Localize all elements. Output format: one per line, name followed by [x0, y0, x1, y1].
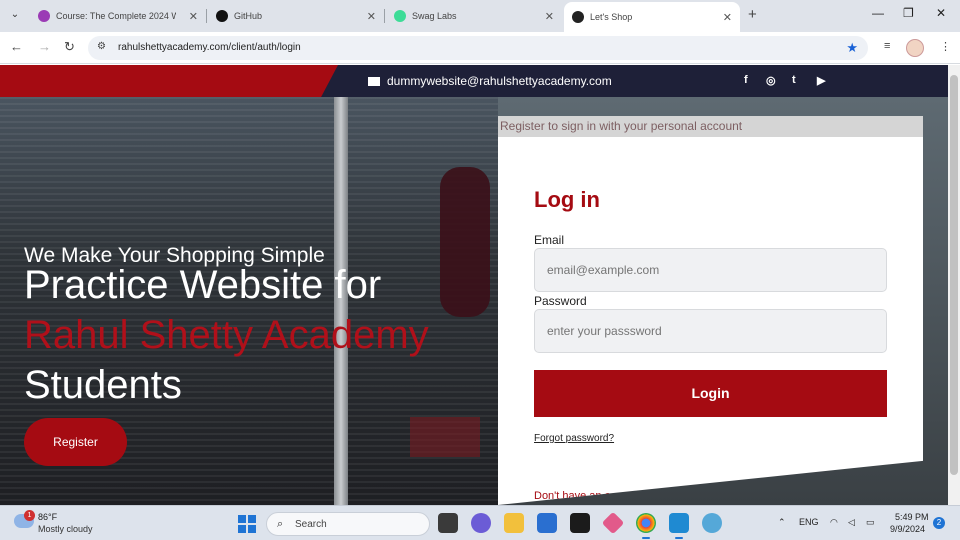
envelope-icon [368, 76, 380, 86]
email-text: dummywebsite@rahulshettyacademy.com [387, 74, 612, 88]
site-info-icon[interactable]: ⚙ [97, 41, 106, 52]
top-contact-strip: dummywebsite@rahulshettyacademy.com f ◎ … [0, 65, 948, 97]
reload-icon[interactable]: ↻ [64, 39, 75, 55]
scrollbar-thumb[interactable] [950, 75, 958, 475]
notification-badge[interactable]: 2 [933, 517, 945, 529]
youtube-icon[interactable]: ▶ [817, 74, 825, 87]
browser-tab-bar: ⌄ Course: The Complete 2024 W ✕ GitHub ✕… [0, 0, 960, 32]
tab-divider [384, 9, 385, 23]
profile-avatar[interactable] [906, 39, 924, 57]
github-icon [216, 10, 228, 22]
vscode-icon[interactable] [669, 513, 689, 539]
close-tab-icon[interactable]: ✕ [545, 10, 554, 23]
password-label: Password [534, 294, 587, 308]
clock-date[interactable]: 9/9/2024 [890, 524, 925, 534]
weather-temp[interactable]: 86°F [38, 512, 57, 522]
tab-swag-labs[interactable]: Swag Labs ✕ [386, 4, 562, 28]
task-view-icon[interactable] [438, 513, 458, 533]
instagram-icon[interactable]: ◎ [766, 74, 776, 87]
card-header-text: Register to sign in with your personal a… [498, 116, 923, 137]
back-icon[interactable]: ← [10, 39, 23, 54]
address-bar-row: ← → ↻ ⚙ rahulshettyacademy.com/client/au… [0, 32, 960, 64]
store-icon[interactable] [537, 513, 557, 533]
file-explorer-icon[interactable] [504, 513, 524, 533]
login-card: Log in Email Password Login Forgot passw… [498, 137, 923, 505]
hero-truck-decoration [410, 417, 480, 457]
chat-icon[interactable] [471, 513, 491, 533]
angular-favicon-icon [572, 11, 584, 23]
twitter-icon[interactable]: t [792, 74, 796, 86]
hero-banner: We Make Your Shopping Simple Practice We… [0, 97, 498, 505]
email-field[interactable] [534, 248, 887, 292]
weather-desc[interactable]: Mostly cloudy [38, 524, 93, 534]
login-button[interactable]: Login [534, 370, 887, 417]
tab-lets-shop[interactable]: Let's Shop ✕ [564, 2, 740, 32]
tab-title: Course: The Complete 2024 W [56, 11, 176, 21]
tab-title: Swag Labs [412, 11, 457, 21]
volume-icon[interactable]: ◁ [848, 517, 855, 528]
hero-heading-line1: Practice Website for [24, 263, 382, 307]
red-wedge [0, 65, 338, 97]
login-title: Log in [534, 187, 600, 212]
windows-taskbar: 1 86°F Mostly cloudy ⌕ Search ⌃ ENG ◠ ◁ … [0, 505, 960, 540]
tab-course[interactable]: Course: The Complete 2024 W ✕ [30, 4, 206, 28]
contact-email: dummywebsite@rahulshettyacademy.com [368, 74, 612, 88]
battery-icon[interactable]: ▭ [866, 517, 875, 528]
wifi-icon[interactable]: ◠ [830, 517, 838, 528]
url-bar[interactable]: ⚙ rahulshettyacademy.com/client/auth/log… [88, 36, 868, 60]
new-tab-button[interactable]: + [748, 6, 757, 23]
network-app-icon[interactable] [702, 513, 722, 533]
register-button[interactable]: Register [24, 418, 127, 466]
tab-search-chevron-icon[interactable]: ⌄ [6, 6, 24, 24]
forgot-password-link[interactable]: Forgot password? [534, 433, 614, 444]
close-tab-icon[interactable]: ✕ [367, 10, 376, 23]
swaglabs-favicon-icon [394, 10, 406, 22]
course-favicon-icon [38, 10, 50, 22]
email-label: Email [534, 233, 565, 247]
tab-title: GitHub [234, 11, 263, 21]
chrome-icon[interactable] [636, 513, 656, 539]
search-icon: ⌕ [277, 518, 284, 530]
minimize-icon[interactable]: — [872, 6, 884, 20]
language-indicator[interactable]: ENG [799, 517, 819, 527]
password-field[interactable] [534, 309, 887, 353]
close-tab-icon[interactable]: ✕ [723, 11, 732, 24]
close-window-icon[interactable]: ✕ [936, 6, 946, 20]
weather-badge: 1 [24, 510, 35, 521]
app-icon[interactable] [601, 511, 625, 535]
tab-title: Let's Shop [590, 12, 633, 22]
windows-start-icon[interactable] [238, 515, 256, 533]
restore-icon[interactable]: ❐ [903, 6, 914, 20]
menu-dots-icon[interactable]: ⋮ [940, 40, 951, 53]
close-tab-icon[interactable]: ✕ [189, 10, 198, 23]
terminal-icon[interactable] [570, 513, 590, 533]
tab-divider [206, 9, 207, 23]
search-label: Search [295, 519, 327, 530]
bookmark-star-icon[interactable]: ★ [846, 40, 858, 56]
page-viewport: dummywebsite@rahulshettyacademy.com f ◎ … [0, 65, 948, 505]
media-control-icon[interactable]: ≡ [884, 40, 890, 52]
clock-time[interactable]: 5:49 PM [895, 512, 929, 522]
page-scrollbar[interactable] [948, 65, 960, 505]
hero-heading-line3: Students [24, 363, 182, 407]
taskbar-search-input[interactable]: ⌕ Search [266, 512, 430, 536]
url-text[interactable]: rahulshettyacademy.com/client/auth/login [118, 42, 301, 53]
hero-heading-line2: Rahul Shetty Academy [24, 313, 429, 357]
tab-github[interactable]: GitHub ✕ [208, 4, 384, 28]
chevron-up-icon[interactable]: ⌃ [778, 517, 786, 528]
hero-sign-decoration [440, 167, 490, 317]
forward-icon[interactable]: → [38, 39, 51, 54]
facebook-icon[interactable]: f [744, 74, 748, 86]
